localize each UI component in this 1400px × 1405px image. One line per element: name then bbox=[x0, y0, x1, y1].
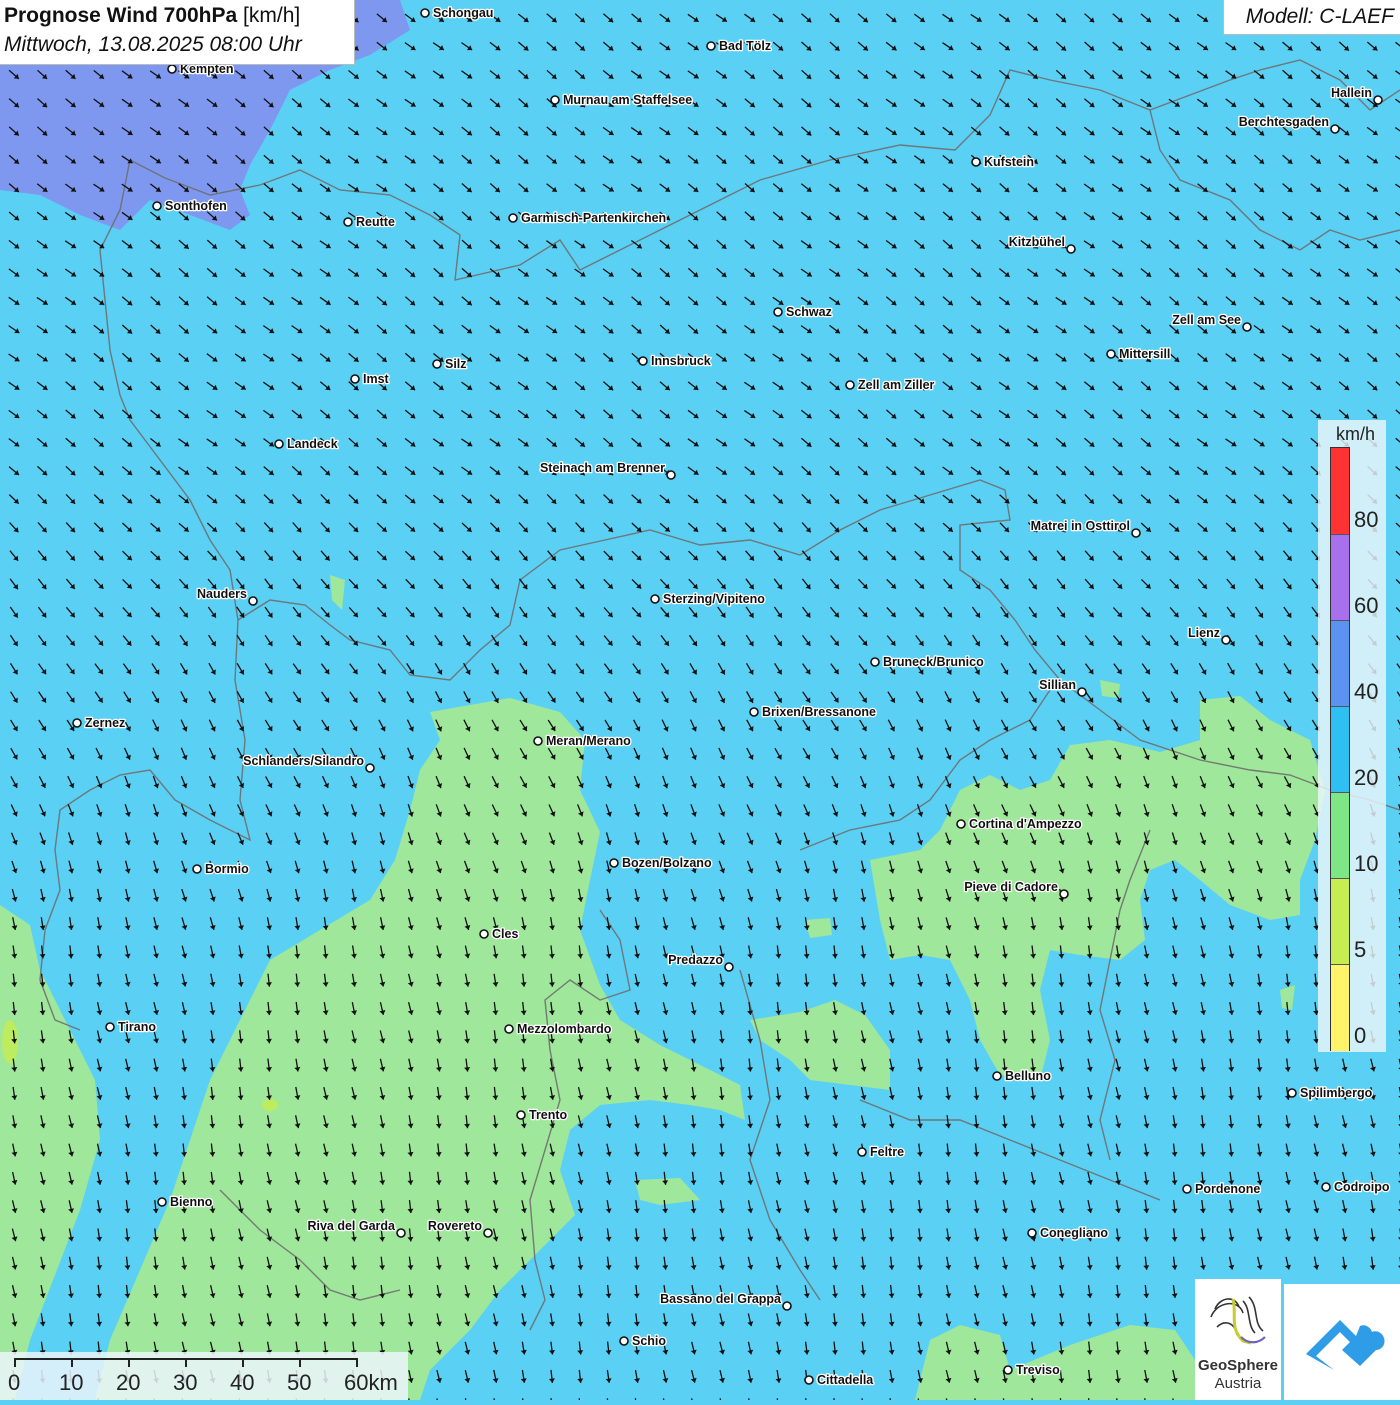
wind-map[interactable]: SchongauBad TölzKemptenMurnau am Staffel… bbox=[0, 0, 1400, 1400]
